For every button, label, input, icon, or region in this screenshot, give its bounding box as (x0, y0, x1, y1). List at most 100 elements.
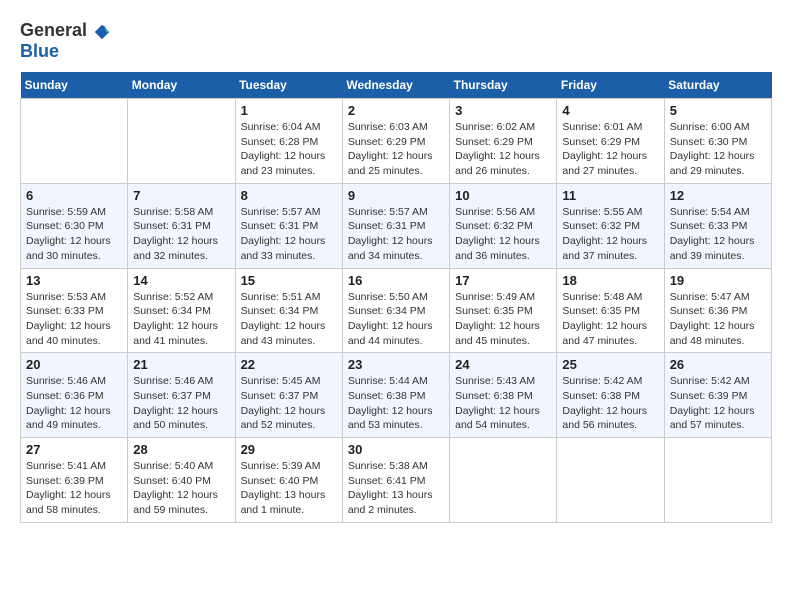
day-info: Sunrise: 5:42 AM Sunset: 6:39 PM Dayligh… (670, 374, 766, 433)
day-info: Sunrise: 5:51 AM Sunset: 6:34 PM Dayligh… (241, 290, 337, 349)
day-header-saturday: Saturday (664, 72, 771, 99)
day-number: 23 (348, 357, 444, 372)
calendar-cell: 5 Sunrise: 6:00 AM Sunset: 6:30 PM Daylig… (664, 99, 771, 184)
calendar-cell: 25Sunrise: 5:42 AM Sunset: 6:38 PM Dayli… (557, 353, 664, 438)
day-number: 24 (455, 357, 551, 372)
day-info: Sunrise: 5:57 AM Sunset: 6:31 PM Dayligh… (241, 205, 337, 264)
calendar-cell: 19 Sunrise: 5:47 AM Sunset: 6:36 PM Dayli… (664, 268, 771, 353)
calendar-cell: 30 Sunrise: 5:38 AM Sunset: 6:41 PM Dayli… (342, 438, 449, 523)
day-info: Sunrise: 5:45 AM Sunset: 6:37 PM Dayligh… (241, 374, 337, 433)
calendar-cell: 13 Sunrise: 5:53 AM Sunset: 6:33 PM Dayli… (21, 268, 128, 353)
calendar-cell (450, 438, 557, 523)
calendar-cell: 24 Sunrise: 5:43 AM Sunset: 6:38 PM Dayli… (450, 353, 557, 438)
calendar-week-row: 13 Sunrise: 5:53 AM Sunset: 6:33 PM Dayli… (21, 268, 772, 353)
day-number: 9 (348, 188, 444, 203)
calendar-cell: 14 Sunrise: 5:52 AM Sunset: 6:34 PM Dayli… (128, 268, 235, 353)
day-number: 6 (26, 188, 122, 203)
day-info: Sunrise: 5:54 AM Sunset: 6:33 PM Dayligh… (670, 205, 766, 264)
day-info: Sunrise: 5:56 AM Sunset: 6:32 PM Dayligh… (455, 205, 551, 264)
day-number: 30 (348, 442, 444, 457)
calendar-cell: 7 Sunrise: 5:58 AM Sunset: 6:31 PM Daylig… (128, 183, 235, 268)
calendar-cell: 20 Sunrise: 5:46 AM Sunset: 6:36 PM Dayli… (21, 353, 128, 438)
logo-icon (93, 23, 111, 41)
day-info: Sunrise: 5:48 AM Sunset: 6:35 PM Dayligh… (562, 290, 658, 349)
day-info: Sunrise: 6:04 AM Sunset: 6:28 PM Dayligh… (241, 120, 337, 179)
day-number: 27 (26, 442, 122, 457)
day-number: 28 (133, 442, 229, 457)
day-info: Sunrise: 5:38 AM Sunset: 6:41 PM Dayligh… (348, 459, 444, 518)
day-info: Sunrise: 6:02 AM Sunset: 6:29 PM Dayligh… (455, 120, 551, 179)
day-number: 14 (133, 273, 229, 288)
calendar-cell: 18 Sunrise: 5:48 AM Sunset: 6:35 PM Dayli… (557, 268, 664, 353)
day-info: Sunrise: 5:53 AM Sunset: 6:33 PM Dayligh… (26, 290, 122, 349)
calendar-cell: 9 Sunrise: 5:57 AM Sunset: 6:31 PM Daylig… (342, 183, 449, 268)
calendar-cell: 3 Sunrise: 6:02 AM Sunset: 6:29 PM Daylig… (450, 99, 557, 184)
day-info: Sunrise: 5:40 AM Sunset: 6:40 PM Dayligh… (133, 459, 229, 518)
calendar-week-row: 6 Sunrise: 5:59 AM Sunset: 6:30 PM Daylig… (21, 183, 772, 268)
calendar-week-row: 20 Sunrise: 5:46 AM Sunset: 6:36 PM Dayli… (21, 353, 772, 438)
day-number: 1 (241, 103, 337, 118)
calendar-cell: 11 Sunrise: 5:55 AM Sunset: 6:32 PM Dayli… (557, 183, 664, 268)
day-number: 4 (562, 103, 658, 118)
day-header-thursday: Thursday (450, 72, 557, 99)
day-header-tuesday: Tuesday (235, 72, 342, 99)
day-number: 2 (348, 103, 444, 118)
day-info: Sunrise: 5:47 AM Sunset: 6:36 PM Dayligh… (670, 290, 766, 349)
calendar-header-row: SundayMondayTuesdayWednesdayThursdayFrid… (21, 72, 772, 99)
day-number: 12 (670, 188, 766, 203)
day-info: Sunrise: 6:00 AM Sunset: 6:30 PM Dayligh… (670, 120, 766, 179)
day-number: 19 (670, 273, 766, 288)
day-number: 20 (26, 357, 122, 372)
calendar-cell (128, 99, 235, 184)
day-number: 17 (455, 273, 551, 288)
calendar-cell: 28 Sunrise: 5:40 AM Sunset: 6:40 PM Dayli… (128, 438, 235, 523)
day-number: 13 (26, 273, 122, 288)
logo-text: General Blue (20, 20, 112, 62)
calendar-cell: 10 Sunrise: 5:56 AM Sunset: 6:32 PM Dayli… (450, 183, 557, 268)
calendar-cell (664, 438, 771, 523)
day-info: Sunrise: 5:59 AM Sunset: 6:30 PM Dayligh… (26, 205, 122, 264)
day-number: 5 (670, 103, 766, 118)
calendar-cell: 21Sunrise: 5:46 AM Sunset: 6:37 PM Dayli… (128, 353, 235, 438)
calendar-cell: 6 Sunrise: 5:59 AM Sunset: 6:30 PM Daylig… (21, 183, 128, 268)
day-number: 7 (133, 188, 229, 203)
day-info: Sunrise: 5:58 AM Sunset: 6:31 PM Dayligh… (133, 205, 229, 264)
calendar-week-row: 1 Sunrise: 6:04 AM Sunset: 6:28 PM Daylig… (21, 99, 772, 184)
day-header-wednesday: Wednesday (342, 72, 449, 99)
day-number: 26 (670, 357, 766, 372)
logo-blue: Blue (20, 41, 59, 61)
calendar-cell: 17 Sunrise: 5:49 AM Sunset: 6:35 PM Dayli… (450, 268, 557, 353)
day-info: Sunrise: 5:44 AM Sunset: 6:38 PM Dayligh… (348, 374, 444, 433)
calendar-cell: 16 Sunrise: 5:50 AM Sunset: 6:34 PM Dayli… (342, 268, 449, 353)
day-info: Sunrise: 5:52 AM Sunset: 6:34 PM Dayligh… (133, 290, 229, 349)
day-info: Sunrise: 5:46 AM Sunset: 6:37 PM Dayligh… (133, 374, 229, 433)
day-info: Sunrise: 5:49 AM Sunset: 6:35 PM Dayligh… (455, 290, 551, 349)
logo-general: General (20, 20, 87, 40)
calendar-cell: 29Sunrise: 5:39 AM Sunset: 6:40 PM Dayli… (235, 438, 342, 523)
day-info: Sunrise: 5:46 AM Sunset: 6:36 PM Dayligh… (26, 374, 122, 433)
day-info: Sunrise: 5:41 AM Sunset: 6:39 PM Dayligh… (26, 459, 122, 518)
page-header: General Blue (20, 20, 772, 62)
day-info: Sunrise: 5:57 AM Sunset: 6:31 PM Dayligh… (348, 205, 444, 264)
day-header-monday: Monday (128, 72, 235, 99)
day-info: Sunrise: 5:43 AM Sunset: 6:38 PM Dayligh… (455, 374, 551, 433)
calendar-cell: 15Sunrise: 5:51 AM Sunset: 6:34 PM Dayli… (235, 268, 342, 353)
day-number: 3 (455, 103, 551, 118)
day-info: Sunrise: 5:50 AM Sunset: 6:34 PM Dayligh… (348, 290, 444, 349)
day-number: 22 (241, 357, 337, 372)
calendar-cell: 12 Sunrise: 5:54 AM Sunset: 6:33 PM Dayli… (664, 183, 771, 268)
day-number: 11 (562, 188, 658, 203)
day-header-friday: Friday (557, 72, 664, 99)
day-number: 18 (562, 273, 658, 288)
calendar-cell (21, 99, 128, 184)
calendar-cell (557, 438, 664, 523)
day-info: Sunrise: 5:55 AM Sunset: 6:32 PM Dayligh… (562, 205, 658, 264)
calendar-cell: 1 Sunrise: 6:04 AM Sunset: 6:28 PM Daylig… (235, 99, 342, 184)
day-info: Sunrise: 6:03 AM Sunset: 6:29 PM Dayligh… (348, 120, 444, 179)
day-number: 10 (455, 188, 551, 203)
calendar-week-row: 27 Sunrise: 5:41 AM Sunset: 6:39 PM Dayli… (21, 438, 772, 523)
calendar-cell: 23 Sunrise: 5:44 AM Sunset: 6:38 PM Dayli… (342, 353, 449, 438)
day-number: 25 (562, 357, 658, 372)
calendar-cell: 8Sunrise: 5:57 AM Sunset: 6:31 PM Daylig… (235, 183, 342, 268)
day-number: 16 (348, 273, 444, 288)
